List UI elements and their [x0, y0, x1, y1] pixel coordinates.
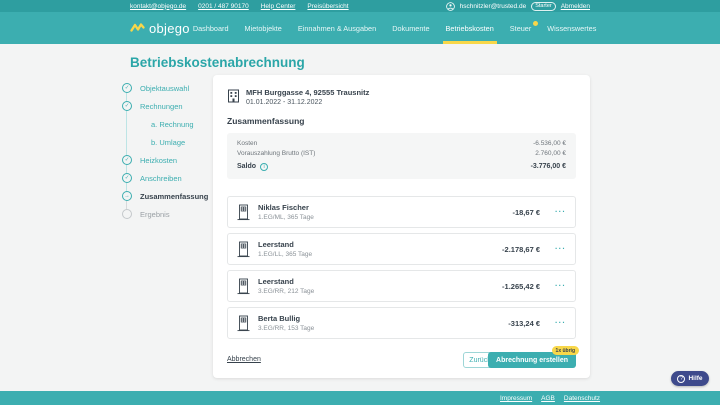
tenant-unit: 1.EG/LL, 365 Tage [258, 251, 312, 258]
tenant-unit: 1.EG/ML, 365 Tage [258, 214, 314, 221]
logout-link[interactable]: Abmelden [561, 3, 590, 10]
check-circle-icon: ✓ [122, 83, 132, 93]
pricing-link[interactable]: Preisübersicht [307, 3, 348, 10]
row-menu-icon[interactable]: ··· [555, 245, 566, 253]
main-nav: objego Dashboard Mietobjekte Einnahmen &… [0, 12, 720, 44]
tenant-row: Leerstand 3.EG/RR, 212 Tage -1.265,42 € … [227, 270, 576, 302]
row-menu-icon[interactable]: ··· [555, 282, 566, 290]
tenant-name: Leerstand [258, 240, 312, 249]
summary-row-kosten: Kosten -6.536,00 € [237, 139, 566, 149]
tenant-name: Leerstand [258, 277, 314, 286]
tenant-amount: -18,67 € [512, 208, 540, 217]
quota-badge: 1x übrig [552, 346, 579, 355]
summary-box: Kosten -6.536,00 € Vorauszahlung Brutto … [227, 133, 576, 179]
empty-circle-icon [122, 209, 132, 219]
property-name: MFH Burggasse 4, 92555 Trausnitz [246, 88, 369, 97]
question-mark-icon: ? [677, 375, 685, 383]
nav-item-dokumente[interactable]: Dokumente [389, 12, 432, 44]
section-title: Zusammenfassung [227, 116, 304, 126]
row-menu-icon[interactable]: ··· [555, 208, 566, 216]
info-icon[interactable]: i [260, 163, 268, 171]
brand-logo[interactable]: objego [130, 12, 190, 44]
plan-badge: Starter [531, 2, 556, 11]
tenant-amount: -2.178,67 € [502, 245, 540, 254]
tenant-row: Berta Bullig 3.EG/RR, 153 Tage -313,24 €… [227, 307, 576, 339]
step-umlage-sub[interactable]: b. Umlage [122, 133, 227, 151]
nav-item-betriebskosten[interactable]: Betriebskosten [443, 12, 497, 44]
help-button[interactable]: ? Hilfe [671, 371, 709, 386]
door-icon [237, 204, 250, 221]
nav-item-einnahmen-ausgaben[interactable]: Einnahmen & Ausgaben [295, 12, 379, 44]
tenant-name: Niklas Fischer [258, 203, 314, 212]
help-center-link[interactable]: Help Center [261, 3, 296, 10]
brand-name: objego [149, 21, 190, 36]
user-email: hschnitzler@trusted.de [460, 3, 527, 10]
privacy-link[interactable]: Datenschutz [564, 395, 600, 402]
check-circle-icon: ✓ [122, 101, 132, 111]
imprint-link[interactable]: Impressum [500, 395, 532, 402]
app-screen: kontakt@objego.de 0201 / 487 90170 Help … [0, 0, 720, 405]
billing-period: 01.01.2022 - 31.12.2022 [246, 99, 369, 106]
step-rechnung-sub[interactable]: a. Rechnung [122, 115, 227, 133]
phone-link[interactable]: 0201 / 487 90170 [198, 3, 249, 10]
nav-item-dashboard[interactable]: Dashboard [190, 12, 232, 44]
step-rechnungen[interactable]: ✓ Rechnungen [122, 97, 227, 115]
tenant-row: Leerstand 1.EG/LL, 365 Tage -2.178,67 € … [227, 233, 576, 265]
tenant-amount: -313,24 € [508, 319, 540, 328]
check-circle-icon: ✓ [122, 155, 132, 165]
utility-bar: kontakt@objego.de 0201 / 487 90170 Help … [0, 0, 720, 12]
nav-item-wissenswertes[interactable]: Wissenswertes [544, 12, 599, 44]
door-icon [237, 278, 250, 295]
door-icon [237, 241, 250, 258]
user-icon [446, 2, 455, 11]
tenant-unit: 3.EG/RR, 212 Tage [258, 288, 314, 295]
footer-bar: Impressum AGB Datenschutz [0, 391, 720, 405]
property-header: MFH Burggasse 4, 92555 Trausnitz 01.01.2… [227, 88, 369, 106]
summary-row-vorauszahlung: Vorauszahlung Brutto (IST) 2.760,00 € [237, 149, 566, 159]
building-icon [227, 89, 240, 106]
create-statement-button[interactable]: Abrechnung erstellen 1x übrig [488, 352, 576, 368]
cancel-link[interactable]: Abbrechen [227, 356, 261, 363]
step-objektauswahl[interactable]: ✓ Objektauswahl [122, 79, 227, 97]
step-anschreiben[interactable]: ✓ Anschreiben [122, 169, 227, 187]
wizard-stepper: ✓ Objektauswahl ✓ Rechnungen a. Rechnung… [122, 79, 227, 223]
row-menu-icon[interactable]: ··· [555, 319, 566, 327]
summary-card: MFH Burggasse 4, 92555 Trausnitz 01.01.2… [213, 75, 590, 378]
door-icon [237, 315, 250, 332]
contact-email-link[interactable]: kontakt@objego.de [130, 3, 186, 10]
tenant-unit: 3.EG/RR, 153 Tage [258, 325, 314, 332]
step-zusammenfassung[interactable]: → Zusammenfassung [122, 187, 227, 205]
arrow-circle-icon: → [122, 191, 132, 201]
terms-link[interactable]: AGB [541, 395, 555, 402]
step-heizkosten[interactable]: ✓ Heizkosten [122, 151, 227, 169]
tenant-amount: -1.265,42 € [502, 282, 540, 291]
nav-item-steuer[interactable]: Steuer [507, 12, 535, 44]
step-ergebnis[interactable]: Ergebnis [122, 205, 227, 223]
check-circle-icon: ✓ [122, 173, 132, 183]
nav-list: Dashboard Mietobjekte Einnahmen & Ausgab… [190, 12, 600, 44]
summary-row-saldo: Saldo i -3.776,00 € [237, 162, 566, 172]
tenant-name: Berta Bullig [258, 314, 314, 323]
notification-dot [533, 21, 538, 26]
nav-item-mietobjekte[interactable]: Mietobjekte [242, 12, 285, 44]
logo-zigzag-icon [130, 22, 145, 34]
page-title: Betriebskostenabrechnung [130, 55, 305, 70]
tenant-row: Niklas Fischer 1.EG/ML, 365 Tage -18,67 … [227, 196, 576, 228]
